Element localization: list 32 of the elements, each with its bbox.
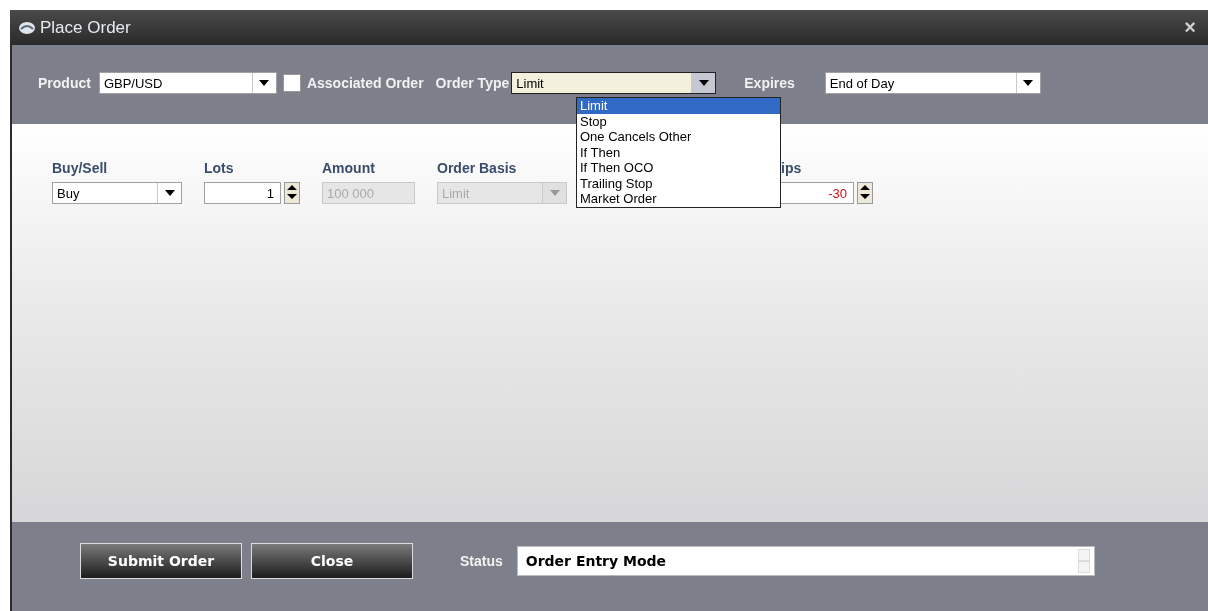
field-label: Buy/Sell (52, 160, 109, 176)
order-type-label: Order Type (435, 74, 510, 91)
field-label: Lots (204, 160, 235, 176)
spin-button[interactable] (284, 182, 300, 204)
field-label: Order Basis (437, 160, 518, 176)
caret-icon (549, 190, 560, 196)
scroll-arrows-icon (1077, 548, 1090, 573)
caret-icon (698, 79, 709, 86)
action-button[interactable]: Close (251, 542, 413, 579)
window-title: Place Order (40, 17, 132, 38)
status-label: Status (460, 552, 503, 569)
caret-icon (259, 79, 270, 86)
field-label: Amount (322, 160, 376, 176)
action-button[interactable]: Submit Order (80, 542, 242, 579)
order-type-select[interactable]: Limit (511, 71, 717, 94)
expires-select[interactable]: End of Day (824, 71, 1041, 94)
product-label: Product (38, 74, 91, 91)
expires-label: Expires (744, 74, 795, 91)
dropdown-button[interactable] (691, 72, 716, 93)
select-field[interactable]: Buy (52, 182, 182, 204)
close-button[interactable]: × (1180, 16, 1200, 39)
status-text: Order Entry Mode (525, 552, 667, 569)
spin-button[interactable] (857, 182, 873, 204)
number-field[interactable]: 1 (204, 182, 281, 204)
logo-icon (18, 19, 36, 36)
caret-icon (164, 190, 175, 196)
field-label: ips (781, 160, 803, 176)
product-select[interactable]: GBP/USD (98, 71, 277, 94)
menu-item[interactable]: Limit (577, 98, 780, 114)
checkbox-label: Associated Order (306, 74, 424, 91)
caret-icon (1023, 79, 1034, 86)
checkbox[interactable] (282, 73, 301, 92)
